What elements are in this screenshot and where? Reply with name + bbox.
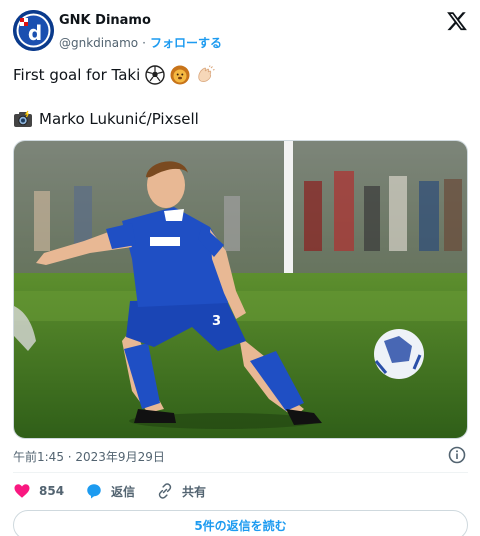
heart-icon xyxy=(14,484,30,498)
shirt-number: 3 xyxy=(212,314,221,329)
x-logo-icon[interactable] xyxy=(446,10,468,32)
follow-button[interactable]: フォローする xyxy=(150,36,222,50)
reply-label: 返信 xyxy=(111,484,136,499)
speech-bubble-icon xyxy=(87,484,101,499)
like-count: 854 xyxy=(39,484,65,498)
photo-illustration: 3 xyxy=(14,141,467,438)
tweet-text-line: First goal for Taki xyxy=(13,64,215,86)
divider xyxy=(13,472,468,473)
photo-credit: Marko Lukunić/Pixsell xyxy=(39,110,199,128)
tweet-timestamp[interactable]: 午前1:45 · 2023年9月29日 xyxy=(13,448,165,465)
like-button[interactable]: 854 xyxy=(13,482,64,500)
clapping-hands-icon xyxy=(198,65,215,83)
separator: · xyxy=(142,36,146,50)
football xyxy=(374,329,424,379)
soccer-ball-icon xyxy=(145,65,165,85)
photo-credit-line: Marko Lukunić/Pixsell xyxy=(13,108,199,130)
share-label: 共有 xyxy=(182,484,207,499)
info-icon[interactable] xyxy=(448,446,466,464)
camera-flash-icon xyxy=(14,110,32,127)
svg-text:d: d xyxy=(28,21,42,45)
tweet-card: d GNK Dinamo @gnkdinamo · フォローする First goa… xyxy=(0,0,480,536)
handle[interactable]: @gnkdinamo xyxy=(59,36,138,50)
goal-post xyxy=(284,141,293,281)
share-button[interactable]: 共有 xyxy=(156,482,206,500)
tweet-text: First goal for Taki xyxy=(13,66,141,84)
tweet-photo[interactable]: 3 xyxy=(13,140,468,439)
display-name[interactable]: GNK Dinamo xyxy=(59,13,151,28)
handle-row: @gnkdinamo · フォローする xyxy=(59,34,222,51)
link-icon xyxy=(158,483,172,499)
read-replies-button[interactable]: 5件の返信を読む xyxy=(13,510,468,536)
lion-icon xyxy=(170,65,190,85)
dinamo-crest-icon[interactable]: d xyxy=(13,10,54,51)
reply-button[interactable]: 返信 xyxy=(85,482,135,500)
